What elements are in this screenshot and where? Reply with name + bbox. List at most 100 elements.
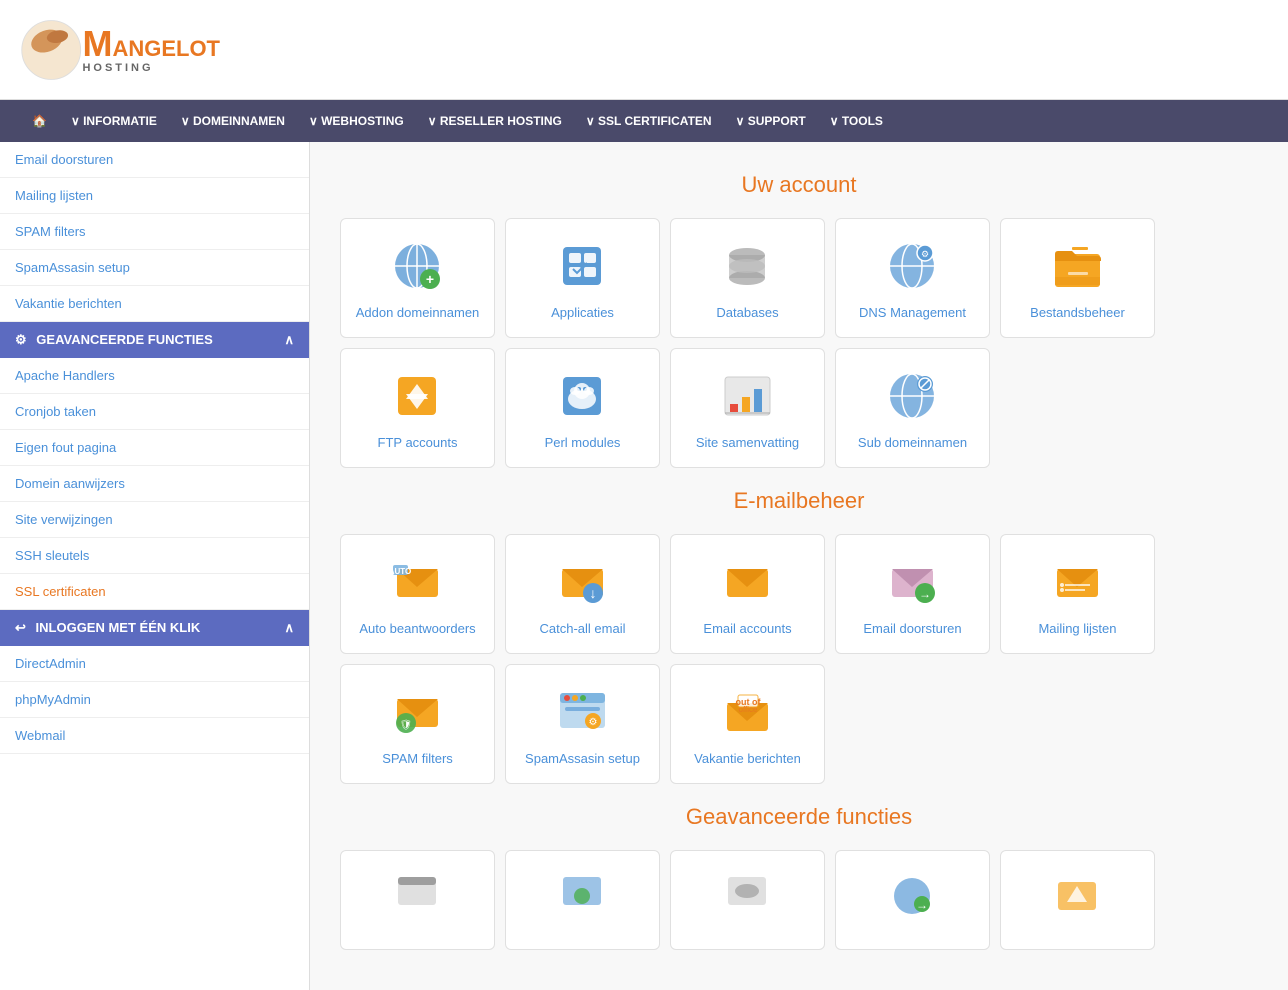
- addon-domain-icon: +: [388, 237, 448, 297]
- sidebar-item-ssh[interactable]: SSH sleutels: [0, 538, 309, 574]
- logo-angelot: ANGELOT: [112, 36, 220, 61]
- sidebar-item-apache[interactable]: Apache Handlers: [0, 358, 309, 394]
- catch-all-icon: ↓: [553, 553, 613, 613]
- tile-advanced-1[interactable]: [340, 850, 495, 950]
- ftp-icon: [388, 367, 448, 427]
- svg-text:+: +: [426, 271, 434, 287]
- dns-icon: ⚙: [883, 237, 943, 297]
- tile-vakantie-label: Vakantie berichten: [694, 751, 801, 766]
- tile-spam[interactable]: 🛡 SPAM filters: [340, 664, 495, 784]
- auto-reply-icon: AUTO: [388, 553, 448, 613]
- gear-icon: ⚙: [15, 332, 27, 347]
- logo-hosting: HOSTING: [82, 62, 220, 74]
- tile-bestandsbeheer-label: Bestandsbeheer: [1030, 305, 1125, 320]
- tile-dns[interactable]: ⚙ DNS Management: [835, 218, 990, 338]
- tile-applicaties[interactable]: Applicaties: [505, 218, 660, 338]
- sidebar-item-ssl[interactable]: SSL certificaten: [0, 574, 309, 610]
- tile-catch-all-label: Catch-all email: [540, 621, 626, 636]
- login-icon: ↩: [15, 620, 26, 635]
- sidebar-item-domein-aanwijzers[interactable]: Domein aanwijzers: [0, 466, 309, 502]
- login-header-label: INLOGGEN MET ÉÉN KLIK: [36, 620, 201, 635]
- tile-addon-domeinnamen[interactable]: + Addon domeinnamen: [340, 218, 495, 338]
- email-section-title: E-mailbeheer: [340, 488, 1258, 514]
- svg-text:⚙: ⚙: [589, 717, 598, 728]
- sidebar-item-vakantie[interactable]: Vakantie berichten: [0, 286, 309, 322]
- email-forward-icon: →: [883, 553, 943, 613]
- tile-auto-beantwoorders[interactable]: AUTO Auto beantwoorders: [340, 534, 495, 654]
- advanced-icon-3: [718, 866, 778, 926]
- svg-text:office: office: [739, 705, 759, 714]
- sidebar: Email doorsturen Mailing lijsten SPAM fi…: [0, 142, 310, 990]
- mailing-list-icon: [1048, 553, 1108, 613]
- nav-domeinnamen[interactable]: ∨ DOMEINNAMEN: [169, 100, 297, 142]
- tile-advanced-4[interactable]: →: [835, 850, 990, 950]
- logo-m: M: [82, 23, 112, 64]
- sidebar-item-mailing-lijsten[interactable]: Mailing lijsten: [0, 178, 309, 214]
- email-accounts-icon: [718, 553, 778, 613]
- advanced-icon-1: [388, 866, 448, 926]
- nav-support[interactable]: ∨ SUPPORT: [724, 100, 818, 142]
- email-tiles: AUTO Auto beantwoorders ↓ Catch-all emai…: [340, 534, 1258, 784]
- nav-ssl[interactable]: ∨ SSL CERTIFICATEN: [574, 100, 724, 142]
- sidebar-item-site-verwijzingen[interactable]: Site verwijzingen: [0, 502, 309, 538]
- tile-catch-all[interactable]: ↓ Catch-all email: [505, 534, 660, 654]
- tile-advanced-5[interactable]: [1000, 850, 1155, 950]
- logo[interactable]: MANGELOT HOSTING: [20, 15, 220, 85]
- advanced-icon-2: [553, 866, 613, 926]
- tile-email-accounts-label: Email accounts: [703, 621, 791, 636]
- tile-subdomain[interactable]: Sub domeinnamen: [835, 348, 990, 468]
- nav-informatie[interactable]: ∨ INFORMATIE: [59, 100, 169, 142]
- sidebar-item-webmail[interactable]: Webmail: [0, 718, 309, 754]
- tile-vakantie[interactable]: out of office Vakantie berichten: [670, 664, 825, 784]
- tile-subdomain-label: Sub domeinnamen: [858, 435, 967, 450]
- databases-icon: [718, 237, 778, 297]
- tile-advanced-2[interactable]: [505, 850, 660, 950]
- svg-text:AUTO: AUTO: [390, 567, 411, 576]
- sidebar-item-directadmin[interactable]: DirectAdmin: [0, 646, 309, 682]
- tile-ftp[interactable]: FTP accounts: [340, 348, 495, 468]
- account-section-title: Uw account: [340, 172, 1258, 198]
- svg-text:→: →: [916, 898, 928, 912]
- svg-text:🛡: 🛡: [400, 719, 413, 731]
- sidebar-item-spamassasin[interactable]: SpamAssasin setup: [0, 250, 309, 286]
- spam-icon: 🛡: [388, 683, 448, 743]
- sidebar-item-eigen-fout[interactable]: Eigen fout pagina: [0, 430, 309, 466]
- logo-icon: [20, 15, 82, 85]
- nav-home[interactable]: 🏠: [20, 100, 59, 142]
- svg-text:⚙: ⚙: [921, 249, 929, 259]
- bestandsbeheer-icon: [1048, 237, 1108, 297]
- account-tiles: + Addon domeinnamen Appl: [340, 218, 1258, 468]
- sidebar-item-cronjob[interactable]: Cronjob taken: [0, 394, 309, 430]
- tile-mailing-lijsten[interactable]: Mailing lijsten: [1000, 534, 1155, 654]
- subdomain-icon: [883, 367, 943, 427]
- tile-mailing-lijsten-label: Mailing lijsten: [1038, 621, 1116, 636]
- advanced-section-title: Geavanceerde functies: [340, 804, 1258, 830]
- tile-perl[interactable]: Perl modules: [505, 348, 660, 468]
- nav-webhosting[interactable]: ∨ WEBHOSTING: [297, 100, 416, 142]
- tile-bestandsbeheer[interactable]: Bestandsbeheer: [1000, 218, 1155, 338]
- advanced-section-header: ⚙ GEAVANCEERDE FUNCTIES ∧: [0, 322, 309, 358]
- chevron-up-icon-2: ∧: [284, 620, 294, 636]
- tile-spamassasin-label: SpamAssasin setup: [525, 751, 640, 766]
- tile-spam-label: SPAM filters: [382, 751, 453, 766]
- tile-email-doorsturen[interactable]: → Email doorsturen: [835, 534, 990, 654]
- tile-advanced-3[interactable]: [670, 850, 825, 950]
- nav-reseller[interactable]: ∨ RESELLER HOSTING: [416, 100, 574, 142]
- chevron-up-icon: ∧: [284, 332, 294, 348]
- nav-tools[interactable]: ∨ TOOLS: [818, 100, 895, 142]
- sidebar-item-spam-filters[interactable]: SPAM filters: [0, 214, 309, 250]
- tile-auto-label: Auto beantwoorders: [359, 621, 475, 636]
- tile-site-samenvatting[interactable]: Site samenvatting: [670, 348, 825, 468]
- tile-dns-label: DNS Management: [859, 305, 966, 320]
- applicaties-icon: [553, 237, 613, 297]
- tile-databases[interactable]: Databases: [670, 218, 825, 338]
- main-content: Uw account + Addon domeinnamen: [310, 142, 1288, 990]
- layout: Email doorsturen Mailing lijsten SPAM fi…: [0, 142, 1288, 990]
- tile-spamassasin[interactable]: ⚙ SpamAssasin setup: [505, 664, 660, 784]
- advanced-icon-5: [1048, 866, 1108, 926]
- tile-email-accounts[interactable]: Email accounts: [670, 534, 825, 654]
- sidebar-item-phpmyadmin[interactable]: phpMyAdmin: [0, 682, 309, 718]
- sidebar-item-email-doorsturen[interactable]: Email doorsturen: [0, 142, 309, 178]
- login-section-header: ↩ INLOGGEN MET ÉÉN KLIK ∧: [0, 610, 309, 646]
- tile-email-doorsturen-label: Email doorsturen: [863, 621, 961, 636]
